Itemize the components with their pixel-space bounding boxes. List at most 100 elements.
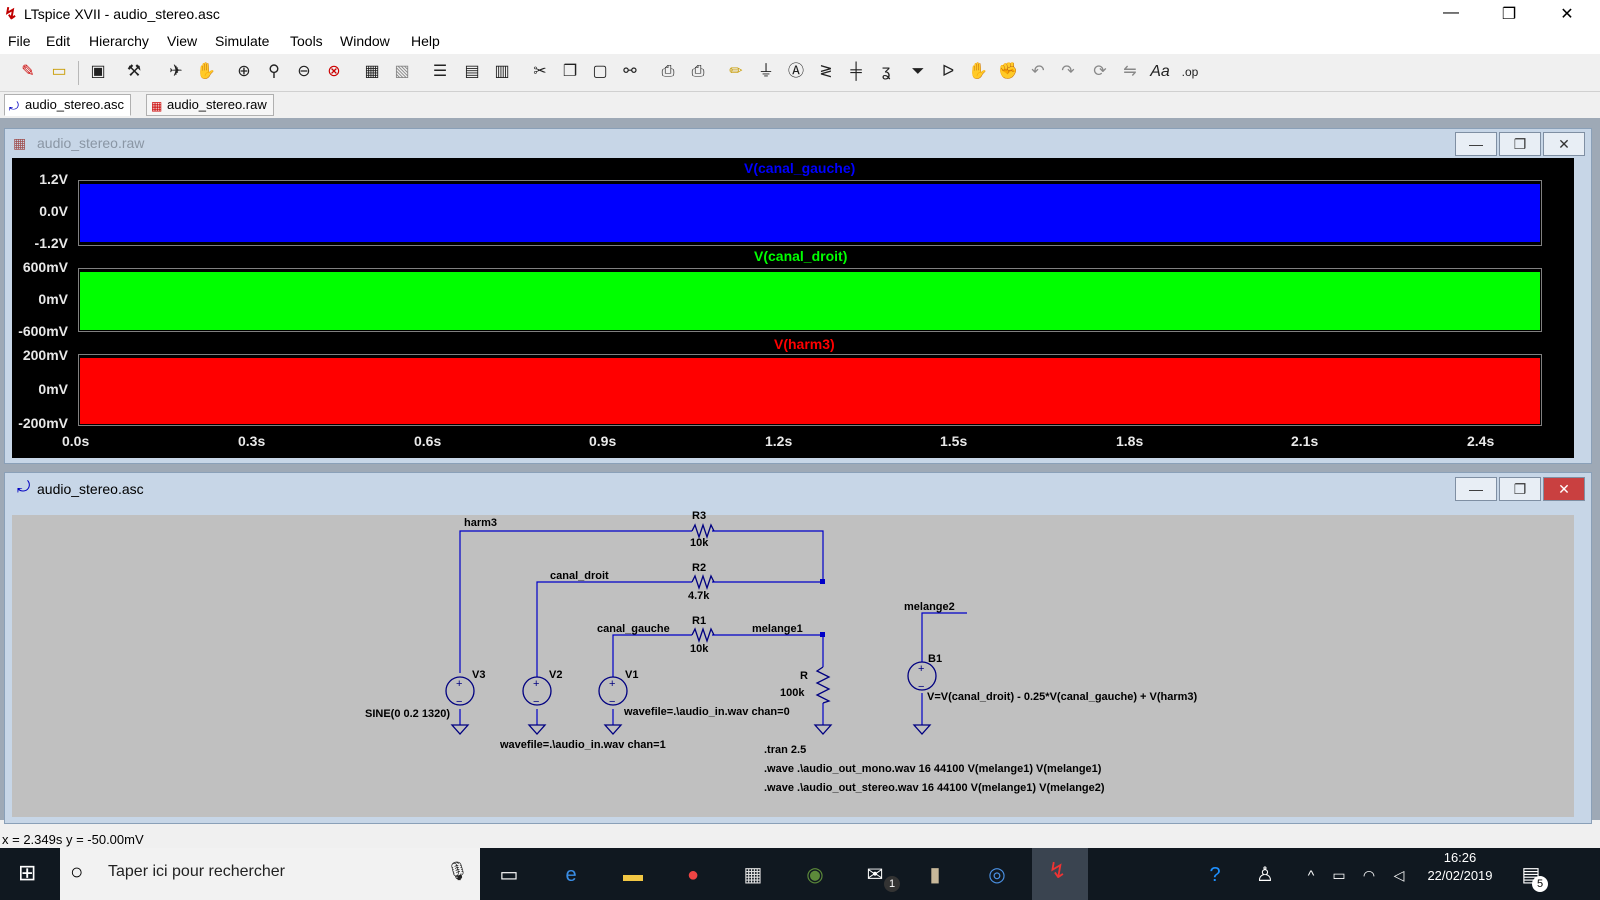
component-icon[interactable]: ᐅ — [936, 60, 960, 84]
trace-label-canal-gauche[interactable]: V(canal_gauche) — [744, 160, 855, 176]
app-icon[interactable]: ▮ — [920, 860, 950, 890]
undo-icon[interactable]: ↶ — [1026, 60, 1050, 84]
net-label-harm3[interactable]: harm3 — [464, 517, 497, 529]
tile-horizontal-icon[interactable]: ☰ — [428, 60, 452, 84]
inductor-icon[interactable]: ʓ — [874, 60, 898, 84]
minimize-button[interactable]: — — [1436, 4, 1466, 22]
menu-help[interactable]: Help — [411, 33, 440, 49]
ref-v3[interactable]: V3 — [472, 669, 485, 681]
diode-icon[interactable]: ⏷ — [906, 60, 930, 84]
redo-icon[interactable]: ↷ — [1056, 60, 1080, 84]
chrome-icon[interactable]: ● — [678, 860, 708, 890]
rotate-icon[interactable]: ⟳ — [1088, 60, 1112, 84]
run-icon[interactable]: ✈ — [164, 60, 188, 84]
schematic-maximize-button[interactable]: ❐ — [1499, 477, 1541, 501]
net-label-canal-droit[interactable]: canal_droit — [550, 570, 609, 582]
ref-r2[interactable]: R2 — [692, 562, 706, 574]
value-b1[interactable]: V=V(canal_droit) - 0.25*V(canal_gauche) … — [927, 691, 1197, 703]
ground-icon[interactable]: ⏚ — [754, 60, 778, 84]
value-v3[interactable]: SINE(0 0.2 1320) — [365, 708, 450, 720]
volume-icon[interactable]: ◁ — [1384, 860, 1414, 890]
schematic-canvas[interactable]: + − + − + − + − harm3 R3 10k canal_droit R2 … — [12, 510, 1574, 817]
ref-r1[interactable]: R1 — [692, 615, 706, 627]
zoom-out-icon[interactable]: ⊖ — [292, 60, 316, 84]
new-schematic-icon[interactable]: ✎ — [16, 60, 40, 84]
clock-time[interactable]: 16:26 — [1440, 850, 1480, 865]
menu-tools[interactable]: Tools — [290, 33, 323, 49]
spice-directive-icon[interactable]: .op — [1178, 60, 1202, 84]
tile-vertical-icon[interactable]: ▤ — [460, 60, 484, 84]
value-r2[interactable]: 4.7k — [688, 590, 709, 602]
teamviewer-icon[interactable]: ◎ — [982, 860, 1012, 890]
trace-label-harm3[interactable]: V(harm3) — [774, 336, 835, 352]
waveform-maximize-button[interactable]: ❐ — [1499, 132, 1541, 156]
resistor-icon[interactable]: ≷ — [814, 60, 838, 84]
ref-v2[interactable]: V2 — [549, 669, 562, 681]
net-label-melange2[interactable]: melange2 — [904, 601, 955, 613]
label-net-icon[interactable]: Ⓐ — [784, 60, 808, 84]
menu-window[interactable]: Window — [340, 33, 390, 49]
menu-edit[interactable]: Edit — [46, 33, 70, 49]
windows-start-icon[interactable]: ⊞ — [18, 860, 36, 886]
waveform-plot[interactable]: V(canal_gauche) V(canal_droit) V(harm3) … — [12, 158, 1574, 458]
menu-file[interactable]: File — [8, 33, 31, 49]
task-view-icon[interactable]: ▭ — [494, 860, 524, 890]
waveform-minimize-button[interactable]: — — [1455, 132, 1497, 156]
ref-v1[interactable]: V1 — [625, 669, 638, 681]
autorange-icon[interactable]: ▦ — [360, 60, 384, 84]
paste-icon[interactable]: ▢ — [588, 60, 612, 84]
maximize-button[interactable]: ❐ — [1494, 4, 1524, 24]
help-icon[interactable]: ? — [1200, 860, 1230, 890]
ref-b1[interactable]: B1 — [928, 653, 942, 665]
schematic-minimize-button[interactable]: — — [1455, 477, 1497, 501]
move-icon[interactable]: ✋ — [966, 60, 990, 84]
cut-icon[interactable]: ✂ — [528, 60, 552, 84]
people-icon[interactable]: ♙ — [1250, 860, 1280, 890]
value-r[interactable]: 100k — [780, 687, 804, 699]
value-r1[interactable]: 10k — [690, 643, 708, 655]
save-icon[interactable]: ▣ — [86, 60, 110, 84]
directive-tran[interactable]: .tran 2.5 — [764, 744, 806, 756]
capacitor-icon[interactable]: ╪ — [844, 60, 868, 84]
file-explorer-icon[interactable]: ▬ — [618, 860, 648, 890]
edge-icon[interactable]: e — [556, 860, 586, 890]
taskbar-search[interactable]: ○ Taper ici pour rechercher 🎙 — [60, 848, 480, 900]
print-icon[interactable]: ⎙ — [686, 60, 710, 84]
ref-r3[interactable]: R3 — [692, 510, 706, 522]
drag-icon[interactable]: ✊ — [996, 60, 1020, 84]
open-folder-icon[interactable]: ▭ — [47, 60, 71, 84]
tab-audio-stereo-asc[interactable]: ⤾ audio_stereo.asc — [4, 94, 132, 116]
draw-wire-icon[interactable]: ✏ — [724, 60, 748, 84]
text-icon[interactable]: Aa — [1148, 60, 1172, 84]
menu-simulate[interactable]: Simulate — [215, 33, 269, 49]
trace-label-canal-droit[interactable]: V(canal_droit) — [754, 248, 847, 264]
menu-view[interactable]: View — [167, 33, 197, 49]
value-v2[interactable]: wavefile=.\audio_in.wav chan=1 — [500, 739, 666, 751]
schematic-close-button[interactable]: ✕ — [1543, 477, 1585, 501]
tripadvisor-icon[interactable]: ◉ — [800, 860, 830, 890]
menu-hierarchy[interactable]: Hierarchy — [89, 33, 149, 49]
zoom-fit-icon[interactable]: ⊗ — [322, 60, 346, 84]
cascade-icon[interactable]: ▥ — [490, 60, 514, 84]
print-setup-icon[interactable]: ⎙ — [656, 60, 680, 84]
value-v1[interactable]: wavefile=.\audio_in.wav chan=0 — [624, 706, 790, 718]
zoom-in-icon[interactable]: ⊕ — [232, 60, 256, 84]
directive-wave-mono[interactable]: .wave .\audio_out_mono.wav 16 44100 V(me… — [764, 763, 1101, 775]
close-button[interactable]: ✕ — [1552, 4, 1582, 24]
microphone-icon[interactable]: 🎙 — [446, 861, 469, 882]
ltspice-taskbar-button[interactable]: ↯ — [1032, 848, 1088, 900]
delete-trace-icon[interactable]: ▧ — [390, 60, 414, 84]
waveform-close-button[interactable]: ✕ — [1543, 132, 1585, 156]
battery-icon[interactable]: ▭ — [1324, 860, 1354, 890]
wifi-icon[interactable]: ◠ — [1354, 860, 1384, 890]
net-label-canal-gauche[interactable]: canal_gauche — [597, 623, 670, 635]
halt-icon[interactable]: ✋ — [194, 60, 218, 84]
zoom-pan-icon[interactable]: ⚲ — [262, 60, 286, 84]
chevron-up-icon[interactable]: ^ — [1296, 860, 1326, 890]
mirror-icon[interactable]: ⇋ — [1118, 60, 1142, 84]
net-label-melange1[interactable]: melange1 — [752, 623, 803, 635]
control-panel-icon[interactable]: ⚒ — [122, 60, 146, 84]
directive-wave-stereo[interactable]: .wave .\audio_out_stereo.wav 16 44100 V(… — [764, 782, 1105, 794]
ref-r[interactable]: R — [800, 670, 808, 682]
find-icon[interactable]: ⚯ — [618, 60, 642, 84]
